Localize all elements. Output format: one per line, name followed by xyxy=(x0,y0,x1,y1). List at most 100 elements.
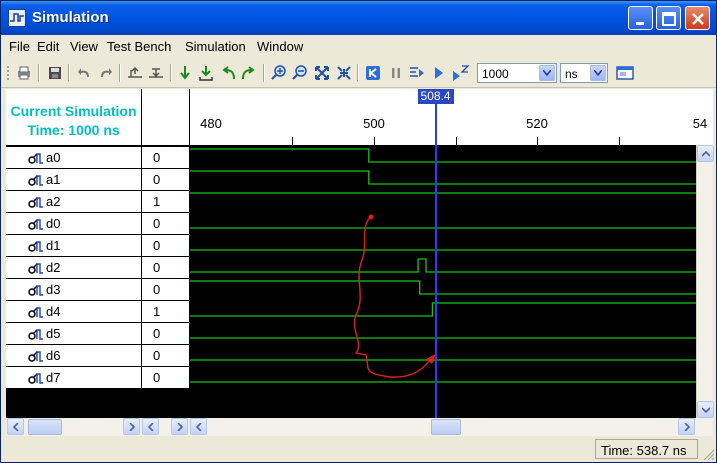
menu-edit[interactable]: Edit xyxy=(37,39,59,54)
tick-label: 480 xyxy=(200,116,222,131)
print-icon[interactable] xyxy=(16,65,32,81)
zoom-out-icon[interactable] xyxy=(292,65,308,81)
zoom-to-fit-icon[interactable] xyxy=(314,65,330,81)
close-button[interactable] xyxy=(685,6,710,30)
save-icon[interactable] xyxy=(47,65,63,81)
time-unit-value: ns xyxy=(565,67,578,81)
step-down-icon[interactable] xyxy=(179,65,195,81)
signal-name: a0 xyxy=(46,150,61,165)
signal-icon xyxy=(28,351,43,362)
signal-icon xyxy=(28,373,43,384)
run-for-icon[interactable] xyxy=(408,65,424,81)
move-down-icon[interactable] xyxy=(147,65,163,81)
tick-label: 500 xyxy=(363,116,385,131)
run-time-combo[interactable]: 1000 xyxy=(477,63,557,83)
cursor-label[interactable]: 508.4 xyxy=(417,89,454,104)
signal-value: 0 xyxy=(153,150,161,165)
menu-file[interactable]: File xyxy=(9,39,30,54)
signal-value-cell: 0 xyxy=(142,213,189,234)
time-unit-combo[interactable]: ns xyxy=(560,63,608,83)
names-scroll-right-button[interactable] xyxy=(123,418,140,435)
signal-row-d4[interactable]: d4 xyxy=(6,301,141,322)
signal-name: a2 xyxy=(46,194,61,209)
time-cursor[interactable] xyxy=(434,104,437,418)
window-icon[interactable] xyxy=(616,65,634,81)
minimize-button[interactable] xyxy=(628,6,653,30)
signal-row-d5[interactable]: d5 xyxy=(6,323,141,344)
menu-view[interactable]: View xyxy=(70,39,98,54)
signal-icon xyxy=(28,329,43,340)
signal-row-d7[interactable]: d7 xyxy=(6,367,141,388)
run-time-value: 1000 xyxy=(482,67,509,81)
chevron-down-icon[interactable] xyxy=(590,65,606,81)
chevron-down-icon[interactable] xyxy=(539,65,555,81)
window-title: Simulation xyxy=(32,9,109,26)
tick-mark xyxy=(619,137,620,145)
waves-scroll-left-button[interactable] xyxy=(190,418,207,435)
move-up-icon[interactable] xyxy=(126,65,142,81)
maximize-button[interactable] xyxy=(656,6,681,30)
pause-icon[interactable] xyxy=(388,65,404,81)
signal-value-cell: 0 xyxy=(142,345,189,366)
waveform-plot[interactable] xyxy=(190,145,701,418)
vertical-scrollbar[interactable] xyxy=(696,145,714,418)
resize-grip-icon[interactable] xyxy=(703,449,715,461)
signal-name: d2 xyxy=(46,260,61,275)
waveform-d4 xyxy=(190,302,701,317)
signal-name: d5 xyxy=(46,326,61,341)
run-icon[interactable] xyxy=(433,65,449,81)
signal-value-cell: 0 xyxy=(142,169,189,190)
zoom-in-icon[interactable] xyxy=(271,65,287,81)
signal-row-a0[interactable]: a0 xyxy=(6,147,141,168)
tick-mark xyxy=(292,137,293,145)
redo-icon[interactable] xyxy=(97,65,113,81)
step-back-icon[interactable] xyxy=(220,65,236,81)
signal-row-a1[interactable]: a1 xyxy=(6,169,141,190)
waveform-a1 xyxy=(190,170,701,185)
signal-value-cell: 0 xyxy=(142,323,189,344)
names-scroll-thumb[interactable] xyxy=(28,419,62,435)
signal-row-d0[interactable]: d0 xyxy=(6,213,141,234)
simulation-window: Simulation File Edit View Test Bench Sim… xyxy=(0,0,717,463)
signal-name: d3 xyxy=(46,282,61,297)
status-time: Time: 538.7 ns xyxy=(601,443,687,458)
waves-scroll-thumb[interactable] xyxy=(431,419,461,435)
values-scroll-right-button[interactable] xyxy=(171,418,188,435)
signal-icon xyxy=(28,197,43,208)
signal-row-a2[interactable]: a2 xyxy=(6,191,141,212)
signal-icon xyxy=(28,175,43,186)
signal-row-d1[interactable]: d1 xyxy=(6,235,141,256)
signal-row-d2[interactable]: d2 xyxy=(6,257,141,278)
step-forward-icon[interactable] xyxy=(241,65,257,81)
waves-scroll-right-button[interactable] xyxy=(678,418,695,435)
tick-mark xyxy=(537,137,538,145)
menu-simulation[interactable]: Simulation xyxy=(185,39,246,54)
signal-row-d6[interactable]: d6 xyxy=(6,345,141,366)
signal-row-d3[interactable]: d3 xyxy=(6,279,141,300)
zoom-full-icon[interactable] xyxy=(336,65,352,81)
restart-icon[interactable] xyxy=(365,65,381,81)
names-scroll-left-button[interactable] xyxy=(7,418,24,435)
tick-label: 54 xyxy=(692,116,708,131)
menu-window[interactable]: Window xyxy=(257,39,303,54)
signal-value: 0 xyxy=(153,260,161,275)
toolbar-separator xyxy=(38,64,40,82)
title-bar[interactable]: Simulation xyxy=(1,1,716,35)
waveform-a0 xyxy=(190,148,701,163)
signal-icon xyxy=(28,307,43,318)
menu-test-bench[interactable]: Test Bench xyxy=(107,39,171,54)
signal-icon xyxy=(28,153,43,164)
scroll-down-button[interactable] xyxy=(697,401,714,418)
toolbar: 1000 ns xyxy=(1,58,716,88)
signal-value-cell: 0 xyxy=(142,257,189,278)
scroll-up-button[interactable] xyxy=(697,145,714,162)
annotation-curve xyxy=(353,216,431,378)
run-to-cursor-icon[interactable] xyxy=(198,65,214,81)
run-all-icon[interactable] xyxy=(452,65,470,81)
signal-value: 0 xyxy=(153,238,161,253)
menu-bar: File Edit View Test Bench Simulation Win… xyxy=(1,35,716,57)
signal-value-cell: 0 xyxy=(142,235,189,256)
signal-value-cell: 1 xyxy=(142,191,189,212)
undo-icon[interactable] xyxy=(77,65,93,81)
values-scroll-left-button[interactable] xyxy=(142,418,159,435)
